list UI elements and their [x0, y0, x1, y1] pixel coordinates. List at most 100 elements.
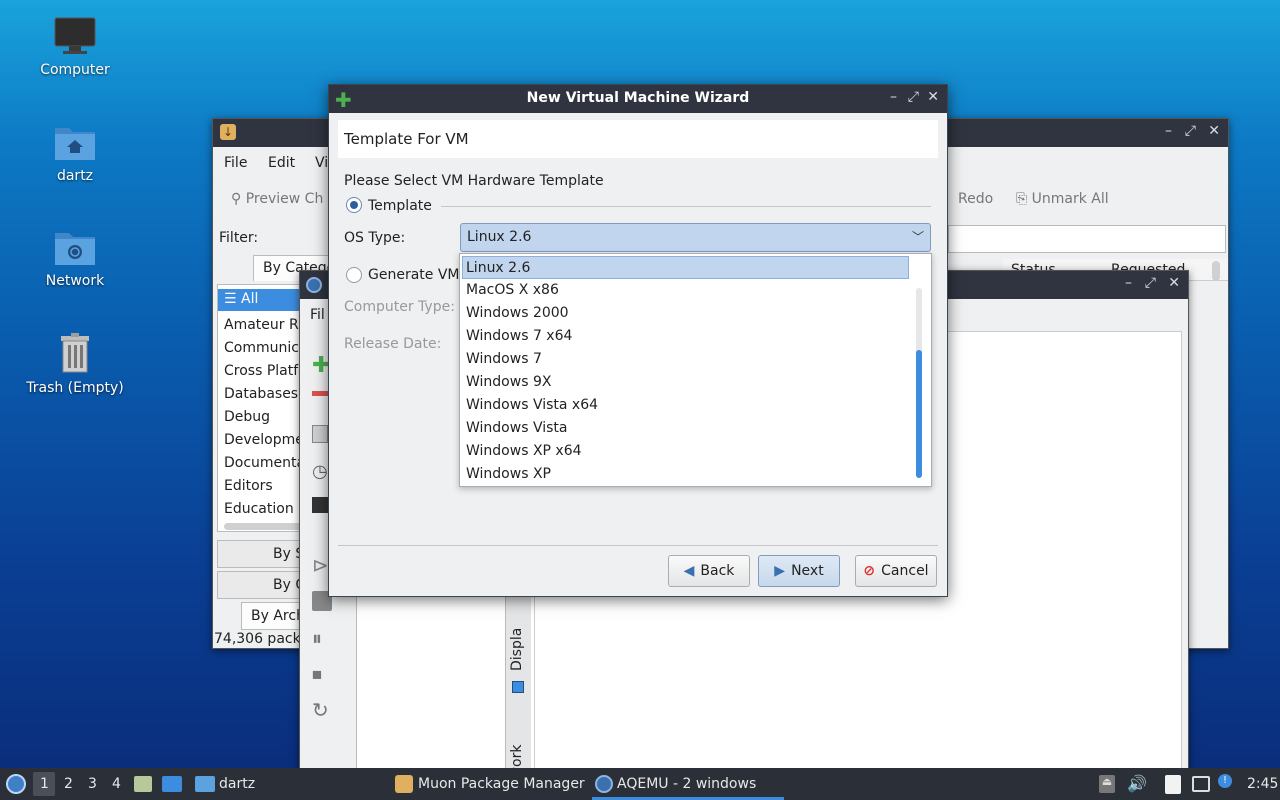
- package-count: 74,306 packa: [214, 631, 310, 647]
- template-radio-label[interactable]: Template: [368, 198, 432, 214]
- os-type-select[interactable]: Linux 2.6 ﹀: [460, 223, 931, 252]
- aqemu-app-icon: [306, 277, 322, 293]
- file-manager-launcher-icon[interactable]: [134, 776, 152, 792]
- taskbar: 1 2 3 4 dartz Muon Package Manager AQEMU…: [0, 768, 1280, 800]
- desktop-icon-label: Network: [45, 273, 105, 289]
- minimize-icon[interactable]: –: [1165, 123, 1172, 139]
- os-option[interactable]: Windows XP x64: [464, 440, 582, 463]
- category-item[interactable]: Education: [224, 501, 294, 517]
- os-type-value: Linux 2.6: [467, 229, 532, 245]
- menu-file[interactable]: File: [224, 155, 247, 171]
- os-type-label: OS Type:: [344, 230, 406, 246]
- unmark-icon: ⎘: [1016, 191, 1028, 207]
- workspace-1[interactable]: 1: [40, 776, 49, 792]
- unmark-all-button[interactable]: ⎘ Unmark All: [1016, 191, 1109, 207]
- os-option[interactable]: Windows 9X: [464, 371, 551, 394]
- show-desktop-icon[interactable]: [162, 776, 182, 792]
- workspace-3[interactable]: 3: [88, 776, 97, 792]
- desktop-icon-trash[interactable]: Trash (Empty): [20, 332, 130, 396]
- maximize-icon[interactable]: ⤢: [1185, 123, 1196, 139]
- display-icon: [512, 681, 524, 693]
- aqemu-menu-file[interactable]: Fil: [310, 307, 325, 323]
- os-type-dropdown-list[interactable]: Linux 2.6 MacOS X x86 Windows 2000 Windo…: [459, 253, 932, 487]
- button-divider: [338, 545, 938, 546]
- reload-icon[interactable]: ↻: [312, 698, 329, 722]
- close-icon[interactable]: ✕: [927, 89, 939, 105]
- generate-vm-label[interactable]: Generate VM: [368, 267, 460, 283]
- volume-icon[interactable]: 🔊: [1127, 774, 1147, 793]
- new-vm-wizard-dialog[interactable]: ✚ New Virtual Machine Wizard – ⤢ ✕ Templ…: [328, 84, 948, 597]
- network-folder-icon: [55, 233, 95, 265]
- dropdown-scrollbar-track[interactable]: [916, 288, 922, 478]
- home-folder-icon: [55, 128, 95, 160]
- taskbar-aqemu[interactable]: AQEMU - 2 windows: [617, 776, 756, 792]
- clock: 2:45: [1247, 776, 1279, 792]
- workspace-4[interactable]: 4: [112, 776, 121, 792]
- filter-label: Filter:: [219, 230, 259, 246]
- muon-app-icon: ↓: [220, 124, 236, 140]
- table-scrollbar[interactable]: [1212, 261, 1220, 281]
- category-item[interactable]: Cross Platfo: [224, 363, 307, 379]
- remove-vm-icon[interactable]: [312, 391, 328, 396]
- category-item[interactable]: Debug: [224, 409, 270, 425]
- group-divider: [441, 206, 931, 207]
- play-icon[interactable]: ⊳: [312, 553, 329, 577]
- cancel-button[interactable]: ⊘ Cancel: [855, 555, 937, 587]
- redo-button[interactable]: Redo: [958, 191, 993, 207]
- desktop-icon-computer[interactable]: Computer: [20, 16, 130, 78]
- taskbar-folder-dartz[interactable]: dartz: [219, 776, 255, 792]
- generate-vm-radio[interactable]: [346, 267, 362, 283]
- os-option[interactable]: Windows Vista: [464, 417, 567, 440]
- category-item[interactable]: Developme: [224, 432, 304, 448]
- eject-icon[interactable]: ⏏: [1099, 775, 1115, 793]
- category-item[interactable]: Documenta: [224, 455, 305, 471]
- desktop-icon-network[interactable]: Network: [20, 227, 130, 289]
- category-item[interactable]: Communica: [224, 340, 308, 356]
- template-prompt: Please Select VM Hardware Template: [344, 173, 604, 189]
- maximize-icon[interactable]: ⤢: [908, 89, 919, 105]
- os-option-selected[interactable]: Linux 2.6: [462, 256, 909, 279]
- os-option[interactable]: Windows 7 x64: [464, 325, 572, 348]
- filter-input[interactable]: [948, 225, 1226, 253]
- trash-icon: [61, 333, 89, 373]
- tab-display[interactable]: Displa: [509, 628, 525, 671]
- desktop-icon-label: dartz: [56, 168, 94, 184]
- os-option[interactable]: Windows Vista x64: [464, 394, 598, 417]
- horizontal-scrollbar[interactable]: [224, 523, 304, 530]
- preview-changes-button[interactable]: ⚲ Preview Ch: [231, 191, 323, 207]
- workspace-2[interactable]: 2: [64, 776, 73, 792]
- back-button[interactable]: ◀ Back: [668, 555, 750, 587]
- os-option[interactable]: MacOS X x86: [464, 279, 559, 302]
- next-button[interactable]: ▶ Next: [758, 555, 840, 587]
- pause-icon[interactable]: ⏸: [312, 626, 322, 650]
- os-option[interactable]: Windows 7: [464, 348, 542, 371]
- clock-icon[interactable]: ◷: [312, 461, 328, 482]
- maximize-icon[interactable]: ⤢: [1145, 275, 1156, 291]
- os-option[interactable]: Windows 2000: [464, 302, 569, 325]
- template-radio[interactable]: [346, 197, 362, 213]
- notification-icon[interactable]: !: [1218, 774, 1232, 788]
- wizard-titlebar[interactable]: ✚ New Virtual Machine Wizard – ⤢ ✕: [329, 85, 947, 113]
- taskbar-muon[interactable]: Muon Package Manager: [418, 776, 585, 792]
- minimize-icon[interactable]: –: [1125, 275, 1132, 291]
- clipboard-icon[interactable]: [1165, 775, 1181, 794]
- category-item[interactable]: Databases: [224, 386, 298, 402]
- wizard-page-header: Template For VM: [338, 120, 938, 158]
- menu-view[interactable]: Vi: [315, 155, 328, 171]
- desktop-icon-dartz[interactable]: dartz: [20, 122, 130, 184]
- menu-edit[interactable]: Edit: [268, 155, 295, 171]
- dropdown-scrollbar-thumb[interactable]: [916, 350, 922, 478]
- os-option[interactable]: Windows XP: [464, 463, 551, 486]
- stop-icon[interactable]: ⏹: [312, 662, 322, 686]
- category-item[interactable]: Editors: [224, 478, 273, 494]
- vm-settings-icon[interactable]: [312, 425, 328, 443]
- close-icon[interactable]: ✕: [1168, 275, 1180, 291]
- category-item-selected[interactable]: ☰ All: [218, 289, 312, 311]
- start-menu-icon[interactable]: [6, 774, 26, 794]
- folder-icon: [195, 776, 215, 792]
- computer-type-label: Computer Type:: [344, 299, 455, 315]
- display-tray-icon[interactable]: [1192, 776, 1210, 792]
- minimize-icon[interactable]: –: [890, 89, 897, 105]
- category-item[interactable]: Amateur Ra: [224, 317, 307, 333]
- close-icon[interactable]: ✕: [1208, 123, 1220, 139]
